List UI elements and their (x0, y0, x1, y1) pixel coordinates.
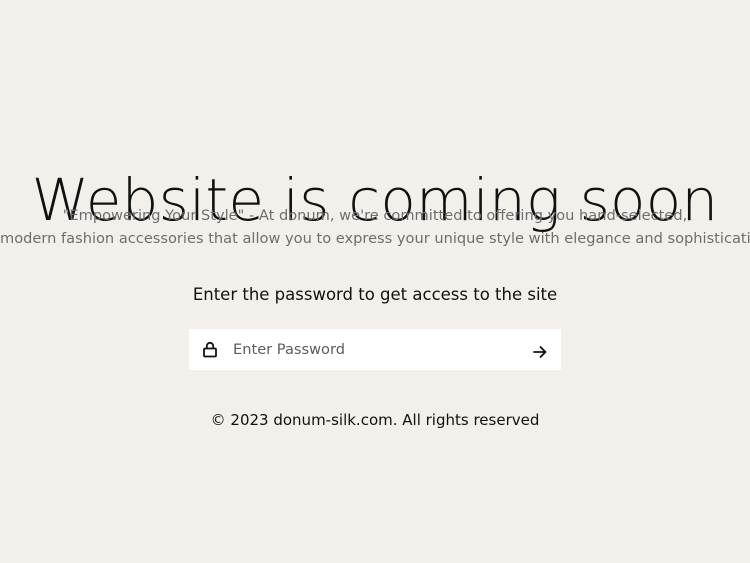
submit-button[interactable] (527, 337, 553, 363)
password-input[interactable] (233, 329, 513, 370)
tagline-line-1: "Empowering Your Style" - At donum, we'r… (62, 207, 688, 224)
coming-soon-page: Website is coming soon "Empowering Your … (0, 0, 750, 563)
lock-icon (202, 341, 218, 358)
password-prompt: Enter the password to get access to the … (192, 285, 558, 304)
tagline: "Empowering Your Style" - At donum, we'r… (0, 204, 750, 250)
password-form (189, 329, 561, 370)
copyright-footer: © 2023 donum-silk.com. All rights reserv… (210, 411, 540, 429)
tagline-line-2: modern fashion accessories that allow yo… (0, 230, 750, 247)
arrow-right-icon (533, 346, 547, 358)
